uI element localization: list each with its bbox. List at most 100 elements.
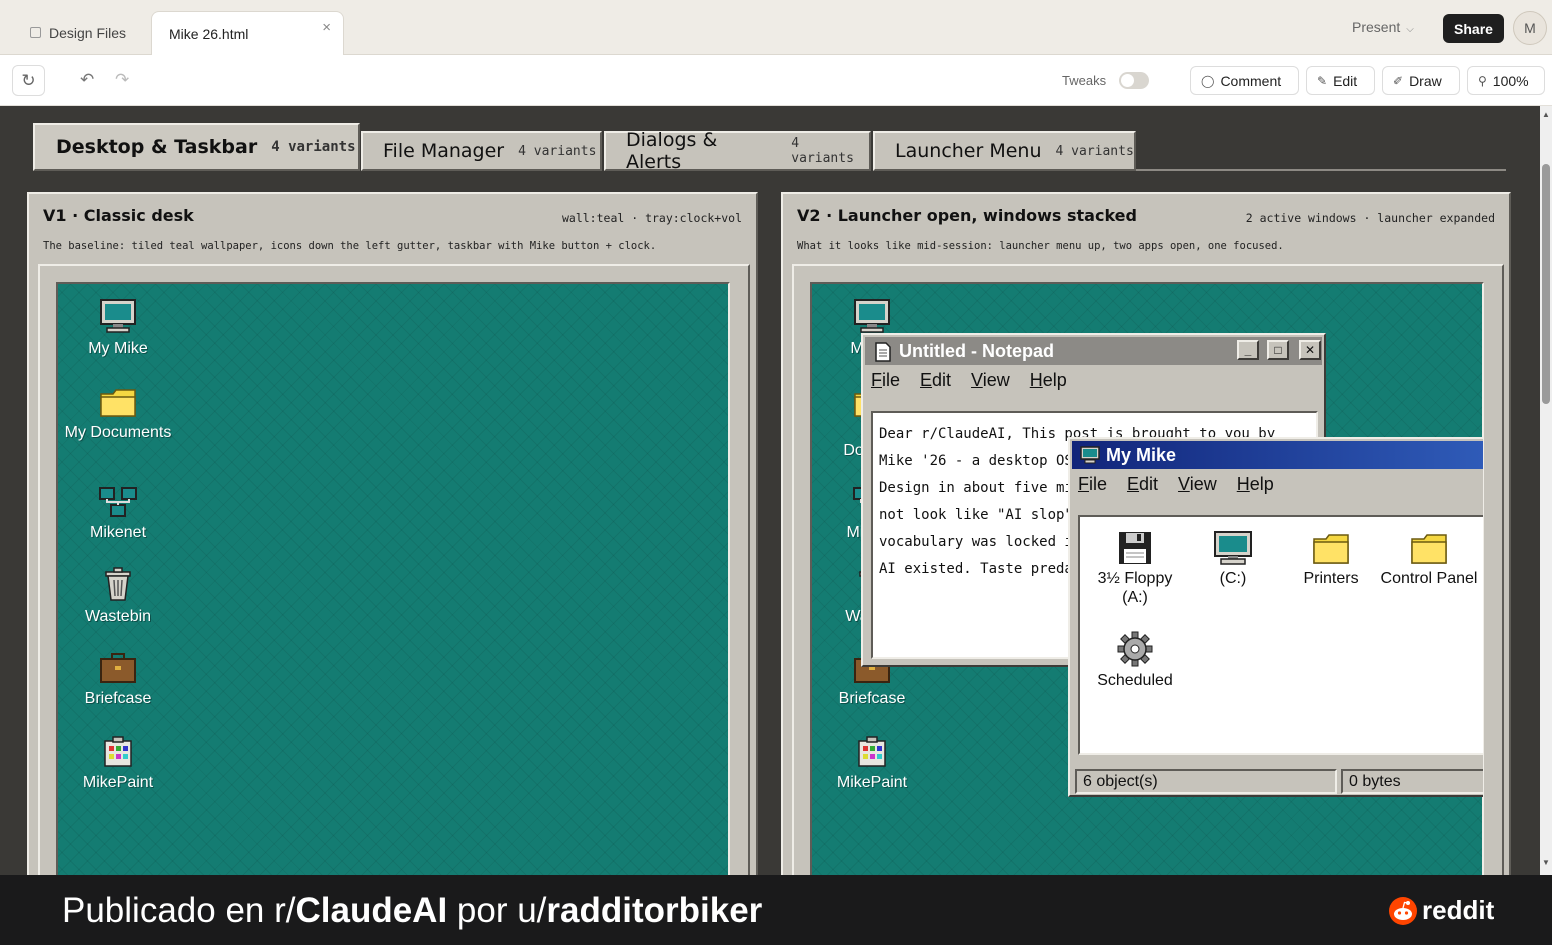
file-item-drive-c[interactable]: (C:) xyxy=(1184,531,1282,588)
notepad-titlebar[interactable]: Untitled - Notepad _ □ ✕ xyxy=(865,337,1322,365)
tab-design-files[interactable]: Design Files xyxy=(30,10,126,55)
folder-icon xyxy=(1411,534,1447,564)
variant-tab-label: File Manager xyxy=(383,140,505,162)
my-mike-menubar: File Edit View Help xyxy=(1078,474,1294,495)
reddit-icon xyxy=(1389,896,1417,925)
menu-view[interactable]: View xyxy=(1178,474,1217,495)
file-icon xyxy=(30,27,41,38)
trash-icon xyxy=(105,567,131,601)
desktop-icon-mikenet[interactable]: Mikenet xyxy=(58,486,178,542)
close-button[interactable]: ✕ xyxy=(1299,340,1321,360)
scroll-down-icon[interactable]: ▼ xyxy=(1542,858,1550,867)
tweaks-label: Tweaks xyxy=(1062,73,1107,88)
share-button[interactable]: Share xyxy=(1443,14,1504,43)
folder-icon xyxy=(100,389,136,417)
scroll-thumb[interactable] xyxy=(1542,164,1550,404)
scroll-up-icon[interactable]: ▲ xyxy=(1542,110,1550,119)
variant-count: 4 variants xyxy=(518,143,597,159)
search-icon: ⚲ xyxy=(1478,73,1487,88)
banner-prefix: Publicado en r/ xyxy=(62,891,296,930)
my-mike-titlebar[interactable]: My Mike xyxy=(1072,441,1483,469)
present-label: Present xyxy=(1352,19,1401,35)
menu-help[interactable]: Help xyxy=(1237,474,1274,495)
menu-file[interactable]: File xyxy=(871,370,900,391)
tab-divider xyxy=(1136,169,1506,171)
tweaks-toggle[interactable] xyxy=(1119,72,1149,89)
canvas-scrollbar[interactable]: ▲ ▼ xyxy=(1540,106,1552,875)
variant-tab-desktop[interactable]: Desktop & Taskbar 4 variants xyxy=(33,123,360,171)
undo-icon[interactable]: ↶ xyxy=(80,70,94,90)
draw-button[interactable]: ✐ Draw xyxy=(1382,66,1460,95)
file-item-label: 3½ Floppy (A:) xyxy=(1097,570,1173,606)
desktop-icon-mikepaint[interactable]: MikePaint xyxy=(58,736,178,792)
window-title: Untitled - Notepad xyxy=(899,340,1054,361)
banner-caption: Publicado en r/ClaudeAI por u/radditorbi… xyxy=(62,891,762,931)
file-item-printers[interactable]: Printers xyxy=(1282,531,1380,588)
drive-icon xyxy=(1214,531,1252,565)
floppy-icon xyxy=(1119,532,1151,564)
editor-toolbar: ↻ ↶ ↷ Tweaks ◯ Comment ✎ Edit ✐ Draw ⚲ 100% xyxy=(0,55,1552,106)
variant-tab-label: Launcher Menu xyxy=(895,140,1042,162)
present-dropdown[interactable]: Present ⌵ xyxy=(1352,19,1414,35)
comment-label: Comment xyxy=(1220,72,1282,89)
redo-icon[interactable]: ↷ xyxy=(115,70,129,90)
desktop-icon-mikepaint[interactable]: MikePaint xyxy=(812,736,932,792)
menu-help[interactable]: Help xyxy=(1030,370,1067,391)
paint-icon xyxy=(104,736,132,767)
computer-icon xyxy=(1080,446,1100,464)
close-icon[interactable]: × xyxy=(322,19,331,36)
menu-file[interactable]: File xyxy=(1078,474,1107,495)
menu-edit[interactable]: Edit xyxy=(1127,474,1158,495)
desktop-icon-my-mike[interactable]: My Mike xyxy=(58,298,178,358)
variant-count: 4 variants xyxy=(271,139,356,155)
reload-icon[interactable]: ↻ xyxy=(12,65,45,96)
zoom-button[interactable]: ⚲ 100% xyxy=(1467,66,1545,95)
file-item-label: (C:) xyxy=(1219,570,1247,587)
edit-button[interactable]: ✎ Edit xyxy=(1306,66,1375,95)
window-title: My Mike xyxy=(1106,444,1177,465)
file-item-scheduled[interactable]: Scheduled xyxy=(1086,631,1184,690)
file-item-label: Scheduled xyxy=(1097,672,1173,689)
desktop-icon-briefcase[interactable]: Briefcase xyxy=(58,652,178,708)
card-description: The baseline: tiled teal wallpaper, icon… xyxy=(43,240,657,252)
card-description: What it looks like mid-session: launcher… xyxy=(797,240,1284,252)
desktop-frame: My Mike My Documents Mikenet Wastebin Br… xyxy=(38,264,750,875)
file-item-floppy[interactable]: 3½ Floppy (A:) xyxy=(1086,531,1184,607)
variant-count: 4 variants xyxy=(1055,143,1134,159)
status-bytes: 0 bytes xyxy=(1341,769,1483,794)
menu-edit[interactable]: Edit xyxy=(920,370,951,391)
icon-label: Mikenet xyxy=(89,524,147,541)
desktop-icon-wastebin[interactable]: Wastebin xyxy=(58,566,178,626)
computer-icon xyxy=(854,299,890,333)
zoom-label: 100% xyxy=(1492,72,1529,89)
desktop-icon-my-documents[interactable]: My Documents xyxy=(58,388,178,442)
desktop-wallpaper: My Mike My Documents Mikenet Wastebin Br… xyxy=(56,282,730,875)
variant-tab-launcher[interactable]: Launcher Menu 4 variants xyxy=(873,131,1136,171)
status-object-count: 6 object(s) xyxy=(1075,769,1337,794)
variant-tab-file-manager[interactable]: File Manager 4 variants xyxy=(361,131,602,171)
network-icon xyxy=(99,487,137,517)
edit-label: Edit xyxy=(1333,72,1358,89)
variant-tab-label: Dialogs & Alerts xyxy=(626,129,718,173)
minimize-button[interactable]: _ xyxy=(1237,340,1259,360)
pen-icon: ✎ xyxy=(1317,73,1328,88)
document-icon xyxy=(875,342,891,362)
pencil-icon: ✐ xyxy=(1393,73,1404,88)
tab-label: Design Files xyxy=(49,24,127,41)
card-title: V1 · Classic desk xyxy=(43,206,194,225)
file-view: 3½ Floppy (A:) (C:) Printers Control Pan… xyxy=(1078,515,1483,755)
icon-label: My Mike xyxy=(88,340,148,357)
variant-tab-dialogs[interactable]: Dialogs & Alerts 4 variants xyxy=(604,129,871,173)
comment-button[interactable]: ◯ Comment xyxy=(1190,66,1299,95)
chevron-down-icon: ⌵ xyxy=(1406,24,1414,35)
my-mike-window[interactable]: My Mike File Edit View Help 3½ Floppy (A… xyxy=(1068,437,1483,797)
card-meta: wall:teal · tray:clock+vol xyxy=(561,211,742,225)
app-topbar: Design Files Mike 26.html × Present ⌵ Sha… xyxy=(0,0,1552,56)
variant-tab-label: Desktop & Taskbar xyxy=(56,136,258,158)
file-item-control-panel[interactable]: Control Panel xyxy=(1380,531,1478,588)
card-meta: 2 active windows · launcher expanded xyxy=(1245,211,1495,225)
menu-view[interactable]: View xyxy=(971,370,1010,391)
avatar[interactable]: M xyxy=(1513,11,1547,45)
tab-current-file[interactable]: Mike 26.html × xyxy=(151,11,344,56)
maximize-button[interactable]: □ xyxy=(1267,340,1289,360)
